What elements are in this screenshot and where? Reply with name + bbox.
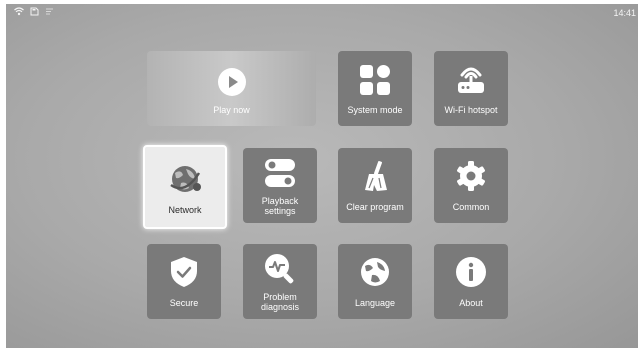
problem-diagnosis-tile[interactable]: Problem diagnosis [243, 244, 317, 319]
problem-diagnosis-label-line1: Problem [263, 292, 297, 302]
shield-icon [171, 257, 197, 287]
playback-settings-label-line2: settings [264, 206, 296, 216]
magnifier-pulse-icon [265, 254, 294, 284]
play-icon [217, 68, 246, 96]
toggle-switch-icon [265, 159, 295, 187]
about-tile[interactable]: About [434, 244, 508, 319]
problem-diagnosis-label-line2: diagnosis [260, 302, 300, 312]
wifi-hotspot-label: Wi-Fi hotspot [444, 105, 498, 115]
broom-icon [365, 161, 387, 191]
secure-label: Secure [169, 298, 199, 308]
about-label: About [459, 298, 483, 308]
language-label: Language [354, 298, 396, 308]
language-tile[interactable]: Language [338, 244, 412, 319]
play-now-label: Play now [213, 105, 250, 115]
playback-settings-tile[interactable]: Playback settings [243, 148, 317, 223]
wifi-hotspot-tile[interactable]: Wi-Fi hotspot [434, 51, 508, 126]
launcher-screen: 14:41 Play now System mode Wi-Fi hotspot [6, 4, 638, 348]
globe-network-icon [170, 166, 201, 192]
router-icon [458, 67, 484, 93]
gear-icon [457, 161, 485, 191]
common-label: Common [452, 202, 490, 212]
info-icon [456, 257, 486, 287]
clear-program-tile[interactable]: Clear program [338, 148, 412, 223]
system-mode-label: System mode [347, 105, 403, 115]
playback-settings-label-line1: Playback [261, 196, 299, 206]
clear-program-label: Clear program [346, 202, 404, 212]
grid-icon [360, 65, 390, 95]
secure-tile[interactable]: Secure [147, 244, 221, 319]
globe-icon [361, 258, 389, 286]
common-tile[interactable]: Common [434, 148, 508, 223]
system-mode-tile[interactable]: System mode [338, 51, 412, 126]
status-icons [14, 7, 54, 16]
play-now-tile[interactable]: Play now [147, 51, 316, 126]
clock: 14:41 [613, 8, 636, 18]
usb-icon [46, 8, 53, 15]
status-bar: 14:41 [6, 4, 638, 22]
wifi-icon [14, 7, 24, 16]
network-label: Network [168, 205, 202, 215]
network-tile[interactable]: Network [143, 145, 227, 229]
sd-card-icon [30, 7, 39, 16]
